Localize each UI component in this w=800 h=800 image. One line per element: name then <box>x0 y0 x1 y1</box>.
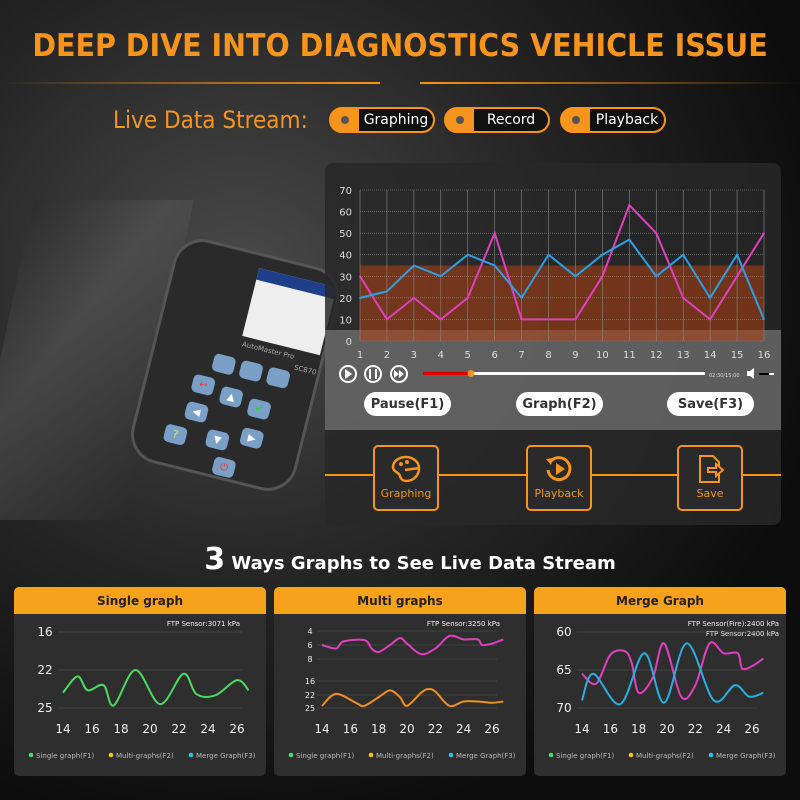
pause-icon[interactable] <box>364 365 382 383</box>
data-point <box>574 275 577 278</box>
power-key-icon: ⏻ <box>211 455 237 479</box>
data-point <box>601 275 604 278</box>
data-point <box>466 253 469 256</box>
data-point <box>736 275 738 278</box>
playback-feature: Playback <box>526 445 592 511</box>
file-export-icon <box>699 455 725 483</box>
data-point <box>682 253 684 256</box>
y-tick-label: 0 <box>346 337 352 348</box>
data-point <box>709 318 711 321</box>
card-title: Multi graphs <box>274 587 526 614</box>
data-point <box>628 238 631 241</box>
data-point <box>440 318 442 321</box>
data-point <box>359 297 361 299</box>
replay-icon <box>546 456 572 482</box>
single-graph-card: Single graph <box>14 587 266 776</box>
playback-label: Playback <box>534 487 584 500</box>
y-tick-label: 20 <box>339 294 352 305</box>
player-controls: 02:30/15:00 <box>339 365 774 383</box>
data-point <box>655 275 658 278</box>
subtitle-text: Ways Graphs to See Live Data Stream <box>225 553 616 574</box>
y-tick-label: 40 <box>339 251 352 262</box>
multi-graphs-card: Multi graphs <box>274 587 526 776</box>
data-point <box>440 275 442 278</box>
data-point <box>628 204 631 206</box>
data-point <box>601 253 604 256</box>
data-point <box>466 297 469 299</box>
data-point <box>547 253 550 256</box>
palette-icon <box>391 455 421 483</box>
data-point <box>736 253 738 256</box>
live-data-chart: 0102030405060701 2 3 4 5 6 7 8 9 10 11 12 13 14 15 16 <box>339 186 770 361</box>
y-tick-label: 10 <box>339 315 352 326</box>
data-point <box>493 232 496 234</box>
merge-graph-card: Merge Graph <box>534 587 786 776</box>
volume-slider-rest <box>769 373 774 375</box>
data-point <box>763 232 765 234</box>
ok-key-icon: ✔ <box>246 397 272 421</box>
y-tick-label: 60 <box>339 208 352 219</box>
progress-handle[interactable] <box>467 370 475 377</box>
data-point <box>547 318 550 321</box>
down-key-icon: ▼ <box>204 428 231 452</box>
data-point <box>520 318 523 321</box>
play-icon[interactable] <box>339 365 357 383</box>
data-point <box>763 318 765 321</box>
data-point <box>682 297 684 299</box>
graphing-feature: Graphing <box>373 445 439 511</box>
save-button[interactable]: Save(F3) <box>667 392 754 416</box>
left-key-icon: ◀ <box>183 400 210 424</box>
y-tick-label: 70 <box>339 186 352 197</box>
y-tick-label: 30 <box>339 272 352 283</box>
progress-fill <box>423 372 471 375</box>
save-feature: Save <box>677 445 743 511</box>
volume-icon[interactable] <box>747 368 754 379</box>
data-point <box>655 232 658 234</box>
data-point <box>520 297 523 299</box>
data-point <box>709 297 711 299</box>
pause-button[interactable]: Pause(F1) <box>364 392 451 416</box>
card-title: Merge Graph <box>534 587 786 614</box>
graph-button[interactable]: Graph(F2) <box>516 392 603 416</box>
fast-forward-icon[interactable] <box>390 365 408 383</box>
data-point <box>574 318 577 321</box>
section-subtitle: 3 Ways Graphs to See Live Data Stream <box>0 542 800 577</box>
time-readout: 02:30/15:00 <box>709 373 740 379</box>
subtitle-number: 3 <box>204 542 226 577</box>
data-point <box>359 275 361 278</box>
data-point <box>493 264 496 267</box>
card-title: Single graph <box>14 587 266 614</box>
save-label: Save <box>696 487 724 500</box>
volume-slider[interactable] <box>759 373 769 375</box>
data-point <box>386 290 388 293</box>
help-key-icon: ? <box>162 423 189 447</box>
graphing-label: Graphing <box>380 487 432 500</box>
data-point <box>386 318 388 321</box>
right-key-icon: ▶ <box>238 426 265 450</box>
y-tick-label: 50 <box>339 229 352 240</box>
data-point <box>413 264 415 267</box>
data-point <box>413 297 415 299</box>
